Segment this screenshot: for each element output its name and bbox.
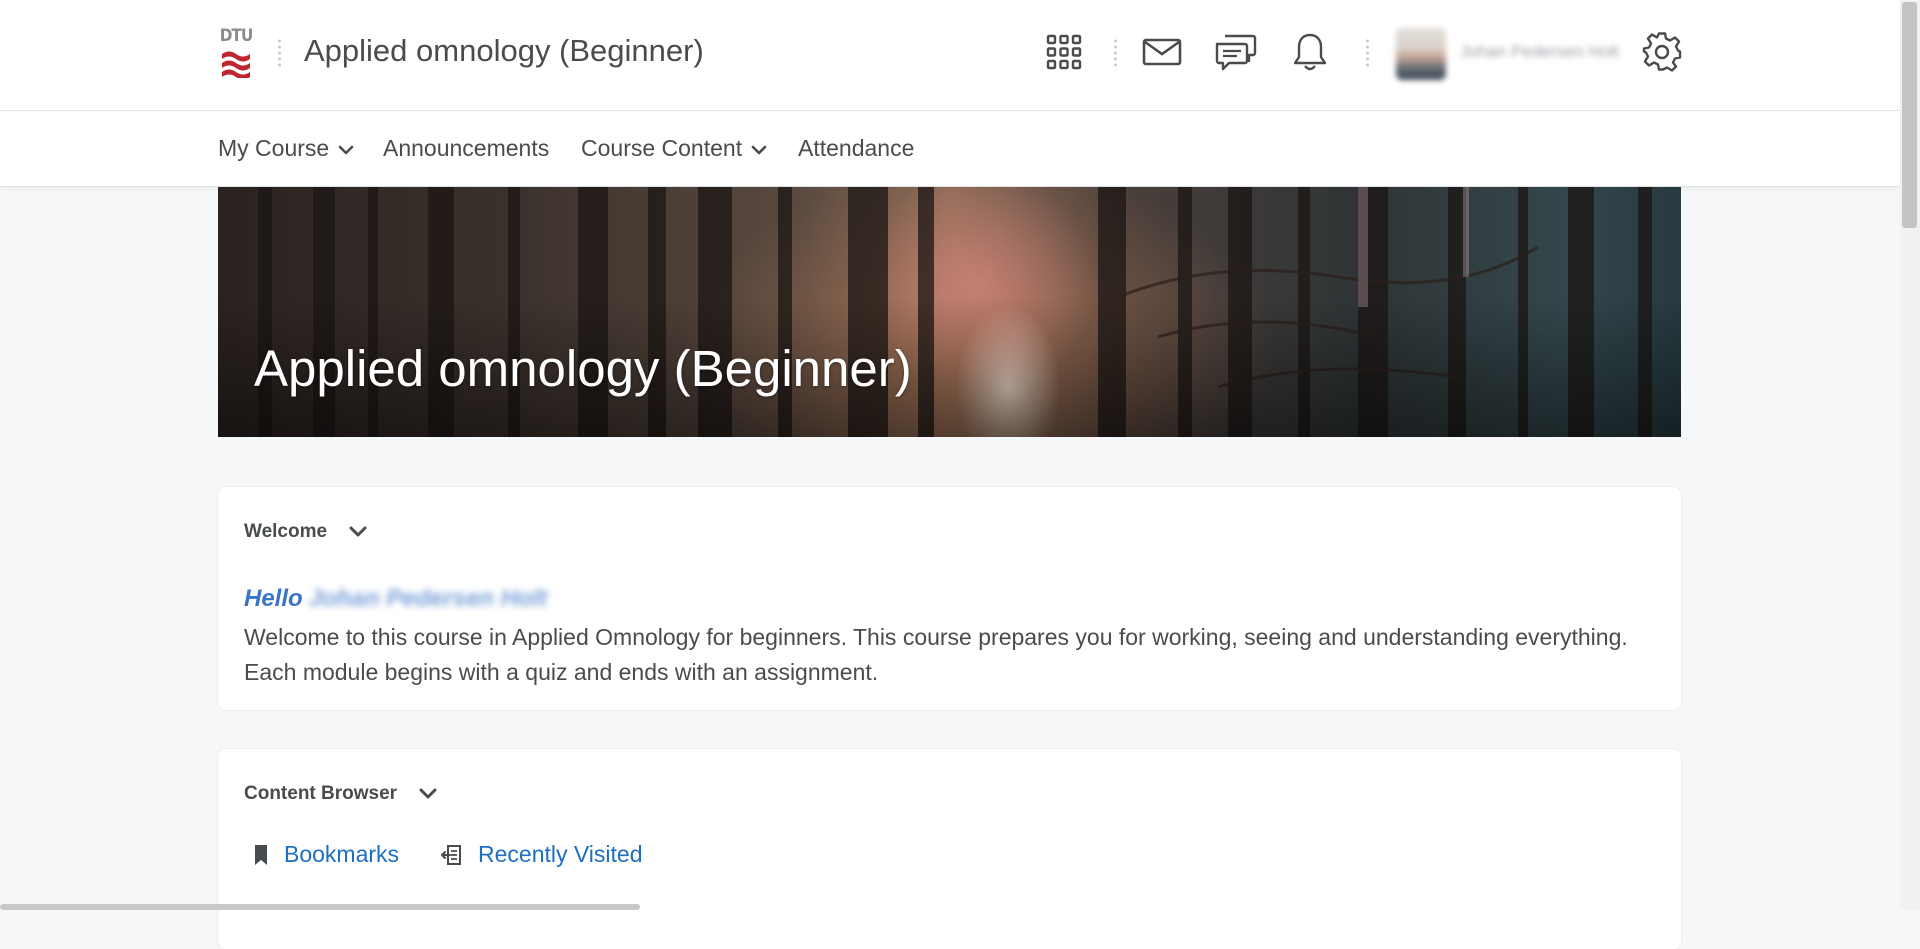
- avatar[interactable]: [1396, 28, 1446, 80]
- link-label: Bookmarks: [284, 841, 400, 867]
- recently-visited-link[interactable]: Recently Visited: [440, 841, 643, 868]
- nav-attendance[interactable]: Attendance: [798, 135, 914, 162]
- nav-course-content[interactable]: Course Content: [581, 135, 767, 162]
- notifications-button[interactable]: [1288, 30, 1332, 74]
- bookmarks-link[interactable]: Bookmarks: [254, 841, 399, 868]
- link-label: Recently Visited: [478, 841, 643, 867]
- course-banner: Applied omnology (Beginner): [218, 187, 1681, 437]
- chat-icon: [1215, 34, 1257, 71]
- settings-button[interactable]: [1640, 30, 1684, 74]
- chat-button[interactable]: [1214, 30, 1258, 74]
- hello-label: Hello: [244, 585, 303, 612]
- content-browser-header[interactable]: Content Browser: [244, 783, 437, 805]
- nav-announcements[interactable]: Announcements: [383, 135, 549, 162]
- chevron-down-icon[interactable]: [349, 526, 367, 538]
- welcome-widget: Welcome Hello Johan Pedersen Holt Welcome…: [218, 487, 1681, 710]
- dtu-logo[interactable]: DTU: [218, 26, 254, 82]
- banner-title: Applied omnology (Beginner): [254, 340, 912, 397]
- apps-grid-icon: [1046, 34, 1082, 70]
- horizontal-scrollbar-thumb[interactable]: [0, 904, 640, 910]
- separator: [1366, 38, 1369, 70]
- bell-icon: [1293, 33, 1327, 71]
- gear-icon: [1642, 32, 1682, 72]
- recently-visited-icon: [441, 844, 461, 865]
- widget-title: Welcome: [244, 521, 328, 542]
- content-browser-widget: Content Browser Bookmarks Recently Visit…: [218, 749, 1681, 949]
- mail-icon: [1142, 38, 1182, 66]
- vertical-scrollbar-thumb[interactable]: [1902, 2, 1917, 228]
- user-name[interactable]: Johan Pedersen Holt: [1460, 42, 1619, 62]
- welcome-text: Welcome to this course in Applied Omnolo…: [244, 624, 1628, 685]
- course-navbar: My Course Announcements Course Content A…: [0, 111, 1900, 187]
- separator: [1114, 38, 1117, 70]
- separator: [278, 38, 281, 70]
- nav-my-course[interactable]: My Course: [218, 135, 354, 162]
- bookmark-icon: [255, 844, 267, 865]
- mail-button[interactable]: [1140, 30, 1184, 74]
- nav-label: Attendance: [798, 135, 915, 161]
- welcome-widget-header[interactable]: Welcome: [244, 521, 367, 543]
- top-header: DTU Applied omnology (Beginner) Johan Pe…: [0, 0, 1900, 111]
- logo-text: DTU: [219, 26, 254, 46]
- header-course-title[interactable]: Applied omnology (Beginner): [304, 33, 704, 69]
- apps-grid-button[interactable]: [1042, 30, 1086, 74]
- hello-greeting: Hello Johan Pedersen Holt: [244, 585, 547, 613]
- chevron-down-icon[interactable]: [419, 788, 437, 800]
- nav-label: My Course: [218, 135, 330, 161]
- nav-label: Announcements: [383, 135, 550, 161]
- chevron-down-icon: [751, 145, 767, 155]
- widget-title: Content Browser: [244, 783, 398, 804]
- chevron-down-icon: [338, 145, 354, 155]
- hello-user-name: Johan Pedersen Holt: [308, 585, 548, 612]
- logo-waves-icon: [222, 51, 250, 78]
- nav-label: Course Content: [581, 135, 743, 161]
